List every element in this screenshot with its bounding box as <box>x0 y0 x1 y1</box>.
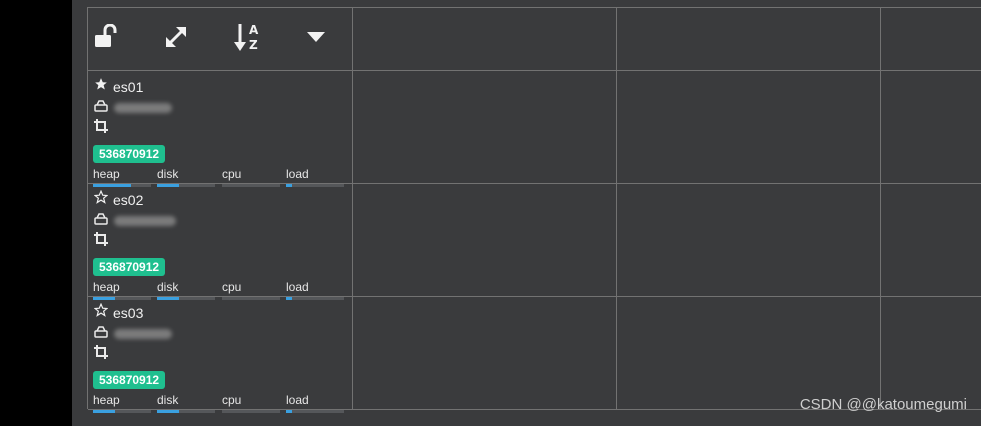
node-header: es03 <box>93 302 144 322</box>
node-role-row <box>94 345 108 364</box>
node-header: es01 <box>94 77 143 96</box>
star-filled-icon[interactable] <box>94 77 108 96</box>
node-card[interactable]: es03 536870912 heap disk cpu load <box>88 297 352 413</box>
metric-label: cpu <box>222 167 242 181</box>
node-role-row <box>94 119 108 138</box>
node-host-row <box>94 325 172 343</box>
node-name: es01 <box>113 78 144 95</box>
node-card[interactable]: es02 536870912 heap disk cpu load <box>88 184 352 300</box>
crop-icon <box>94 345 108 364</box>
crop-icon <box>94 119 108 138</box>
metric-label: load <box>286 167 309 181</box>
node-id-badge: 536870912 <box>93 145 166 163</box>
node-host-row <box>94 99 172 117</box>
hard-drive-icon <box>94 99 108 117</box>
node-id-badge: 536870912 <box>93 258 166 276</box>
node-name: es03 <box>113 304 144 321</box>
grid-divider <box>880 8 881 410</box>
metric-bar <box>286 410 344 413</box>
metric-bar-fill <box>93 410 116 413</box>
hard-drive-icon <box>94 325 108 343</box>
metric-disk: disk <box>157 393 215 413</box>
metric-label: disk <box>157 393 179 407</box>
metric-label: heap <box>93 280 120 294</box>
node-card[interactable]: es01 536870912 heap disk cpu load <box>88 71 352 187</box>
node-name: es02 <box>113 191 144 208</box>
metric-bar <box>222 410 280 413</box>
metric-label: heap <box>93 167 120 181</box>
svg-text:A: A <box>249 23 259 37</box>
sort-button[interactable]: A Z <box>231 8 267 70</box>
node-header: es02 <box>93 189 144 209</box>
redacted-address <box>114 329 172 339</box>
svg-text:Z: Z <box>249 38 258 52</box>
metric-label: disk <box>157 167 179 181</box>
hard-drive-icon <box>94 212 108 230</box>
cluster-grid: A Z es01 536870912 heap disk cpu load es… <box>87 7 981 413</box>
grid-divider <box>616 8 617 410</box>
unlock-icon <box>92 23 120 55</box>
redacted-address <box>114 103 172 113</box>
metric-bar-fill <box>286 410 292 413</box>
metric-bar-fill <box>157 410 180 413</box>
metric-load: load <box>286 393 344 413</box>
metric-bar <box>93 410 151 413</box>
toolbar: A Z <box>88 8 352 70</box>
metric-label: load <box>286 280 309 294</box>
lock-toggle-button[interactable] <box>88 8 124 70</box>
crop-icon <box>94 232 108 251</box>
node-host-row <box>94 212 176 230</box>
grid-divider <box>352 8 353 410</box>
star-outline-icon[interactable] <box>93 302 109 322</box>
metric-heap: heap <box>93 393 151 413</box>
metric-label: disk <box>157 280 179 294</box>
metric-label: cpu <box>222 393 242 407</box>
caret-down-icon <box>306 30 326 48</box>
left-panel <box>0 0 72 426</box>
metric-label: load <box>286 393 309 407</box>
redacted-address <box>114 216 176 226</box>
expand-icon <box>163 24 189 55</box>
watermark: CSDN @@katoumegumi <box>799 396 967 413</box>
metric-cpu: cpu <box>222 393 280 413</box>
metric-label: heap <box>93 393 120 407</box>
expand-button[interactable] <box>158 8 194 70</box>
star-outline-icon[interactable] <box>93 189 109 209</box>
sort-alpha-icon: A Z <box>234 21 264 58</box>
node-id-badge: 536870912 <box>93 371 166 389</box>
metric-bar <box>157 410 215 413</box>
metric-label: cpu <box>222 280 242 294</box>
node-role-row <box>94 232 108 251</box>
menu-dropdown-button[interactable] <box>298 8 334 70</box>
